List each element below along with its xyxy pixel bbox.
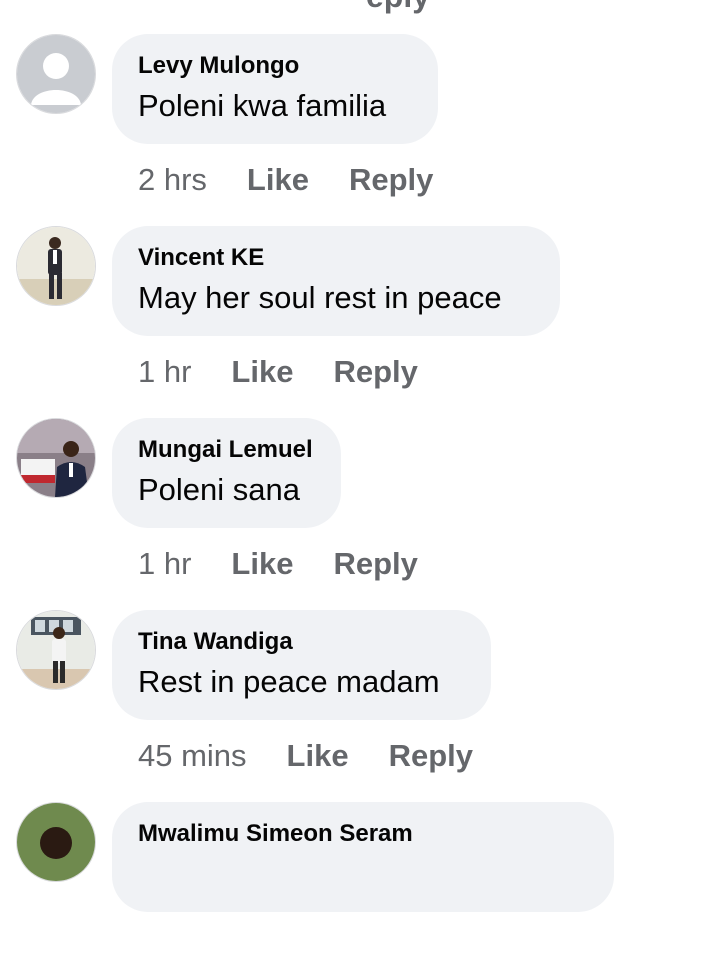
avatar[interactable] [16, 418, 96, 498]
person-photo-icon [17, 611, 95, 689]
avatar[interactable] [16, 34, 96, 114]
comment-text: May her soul rest in peace [138, 280, 502, 315]
comment-text: Poleni sana [138, 472, 301, 507]
comment-bubble: Tina Wandiga Rest in peace madam [112, 610, 491, 720]
avatar[interactable] [16, 802, 96, 882]
comment-item: Tina Wandiga Rest in peace madam 45 mins… [0, 576, 720, 773]
comment-bubble: Mwalimu Simeon Seram [112, 802, 614, 912]
comment-text: Poleni kwa familia [138, 88, 387, 123]
person-photo-icon [17, 419, 95, 497]
comment-author[interactable]: Mwalimu Simeon Seram [138, 820, 586, 848]
comment-item: Levy Mulongo Poleni kwa familia 2 hrs Li… [0, 0, 720, 197]
avatar[interactable] [16, 226, 96, 306]
default-avatar-icon [17, 35, 95, 113]
person-photo-icon [17, 227, 95, 305]
comment-author[interactable]: Levy Mulongo [138, 52, 410, 80]
comment-bubble: Mungai Lemuel Poleni sana [112, 418, 341, 528]
avatar[interactable] [16, 610, 96, 690]
comment-text: Rest in peace madam [138, 664, 440, 699]
comment-author[interactable]: Mungai Lemuel [138, 436, 313, 464]
person-photo-icon [17, 803, 95, 881]
comment-item: Mungai Lemuel Poleni sana 1 hr Like Repl… [0, 384, 720, 581]
comment-author[interactable]: Vincent KE [138, 244, 532, 272]
comment-bubble: Levy Mulongo Poleni kwa familia [112, 34, 438, 144]
comment-item: Mwalimu Simeon Seram [0, 768, 720, 960]
comment-bubble: Vincent KE May her soul rest in peace [112, 226, 560, 336]
comment-item: Vincent KE May her soul rest in peace 1 … [0, 192, 720, 389]
comment-author[interactable]: Tina Wandiga [138, 628, 463, 656]
